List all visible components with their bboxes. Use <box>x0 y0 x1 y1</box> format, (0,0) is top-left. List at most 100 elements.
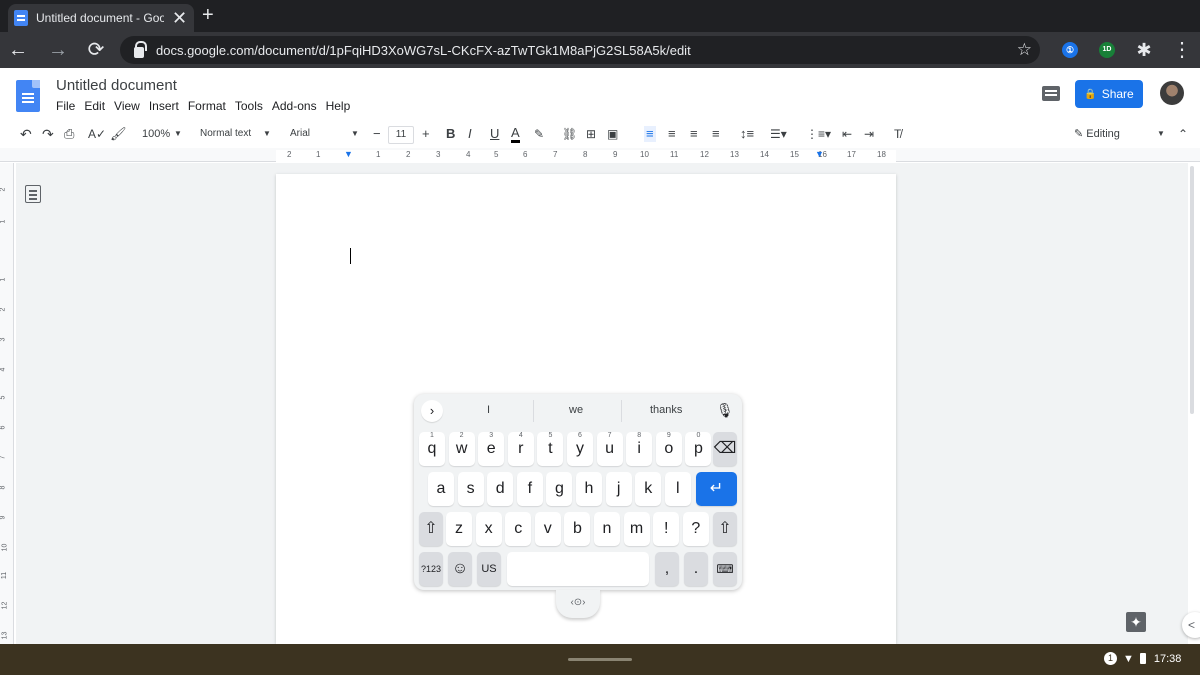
document-title[interactable]: Untitled document <box>56 77 177 94</box>
key-s[interactable]: s <box>457 472 484 506</box>
extension-1password-icon[interactable]: ① <box>1062 42 1078 58</box>
home-gesture-bar[interactable] <box>568 658 632 661</box>
redo-icon[interactable]: ↷ <box>42 126 54 142</box>
menu-addons[interactable]: Add-ons <box>272 99 317 113</box>
insert-image-icon[interactable]: ▣ <box>607 126 618 142</box>
key-d[interactable]: d <box>487 472 514 506</box>
link-icon[interactable]: ⛓ <box>562 126 577 142</box>
shift-left-key[interactable]: ⇧ <box>419 512 443 546</box>
key-e[interactable]: 3e <box>478 432 505 466</box>
spellcheck-icon[interactable]: A✓ <box>88 126 106 142</box>
menu-help[interactable]: Help <box>326 99 351 113</box>
increase-indent-icon[interactable]: ⇥ <box>864 126 874 142</box>
address-bar[interactable]: docs.google.com/document/d/1pFqiHD3XoWG7… <box>120 36 1040 64</box>
suggestion-2[interactable]: we <box>569 404 583 416</box>
menu-tools[interactable]: Tools <box>235 99 263 113</box>
zoom-select[interactable]: 100% <box>142 126 170 142</box>
bookmark-star-icon[interactable]: ☆ <box>1017 40 1032 60</box>
key-f[interactable]: f <box>516 472 543 506</box>
avatar[interactable] <box>1160 81 1184 105</box>
symbols-key[interactable]: ?123 <box>419 552 443 586</box>
paint-format-icon[interactable]: 🖌 <box>110 126 127 142</box>
key-r[interactable]: 4r <box>507 432 534 466</box>
system-tray[interactable]: 1 ▼ 17:38 <box>1104 652 1181 665</box>
comma-key[interactable]: , <box>655 552 679 586</box>
keyboard-drag-handle-icon[interactable]: ‹⊙› <box>556 590 600 618</box>
bullet-list-icon[interactable]: ⋮≡▾ <box>806 126 831 142</box>
tab-close-icon[interactable]: ✕ <box>172 9 187 27</box>
language-key[interactable]: US <box>477 552 501 586</box>
expand-suggestions-icon[interactable]: › <box>421 400 443 422</box>
key-![interactable]: ! <box>653 512 680 546</box>
italic-button[interactable]: I <box>468 126 472 142</box>
increase-font-size-button[interactable]: + <box>422 126 430 142</box>
right-indent-marker-icon[interactable]: ▼ <box>815 149 824 159</box>
decrease-indent-icon[interactable]: ⇤ <box>842 126 852 142</box>
key-v[interactable]: v <box>534 512 561 546</box>
key-l[interactable]: l <box>664 472 691 506</box>
share-button[interactable]: 🔒 Share <box>1075 80 1143 108</box>
reload-icon[interactable]: ⟳ <box>84 38 108 62</box>
key-z[interactable]: z <box>446 512 472 546</box>
align-center-icon[interactable]: ≡ <box>668 126 676 142</box>
menu-format[interactable]: Format <box>188 99 226 113</box>
document-outline-icon[interactable] <box>25 185 41 203</box>
undo-icon[interactable]: ↶ <box>20 126 32 142</box>
microphone-icon[interactable]: 🎙 <box>716 402 734 419</box>
underline-button[interactable]: U <box>490 126 499 142</box>
explore-icon[interactable]: ✦ <box>1126 612 1146 632</box>
align-right-icon[interactable]: ≡ <box>690 126 698 142</box>
style-select[interactable]: Normal text <box>200 126 251 142</box>
key-k[interactable]: k <box>635 472 662 506</box>
shift-right-key[interactable]: ⇧ <box>713 512 737 546</box>
extensions-puzzle-icon[interactable]: ✱ <box>1132 38 1156 62</box>
key-j[interactable]: j <box>605 472 632 506</box>
clear-formatting-icon[interactable]: T̸ <box>894 126 901 142</box>
text-color-button[interactable]: A <box>511 126 520 143</box>
menu-file[interactable]: File <box>56 99 75 113</box>
key-w[interactable]: 2w <box>448 432 475 466</box>
suggestion-3[interactable]: thanks <box>650 404 682 416</box>
hide-keyboard-key[interactable]: ⌨ <box>713 552 737 586</box>
key-c[interactable]: c <box>505 512 532 546</box>
editing-mode-button[interactable]: ✎ Editing <box>1074 126 1120 142</box>
scrollbar[interactable] <box>1190 166 1194 414</box>
align-left-icon[interactable]: ≡ <box>644 126 656 142</box>
docs-logo-icon[interactable] <box>16 80 40 112</box>
backspace-key[interactable]: ⌫ <box>713 432 737 466</box>
menu-insert[interactable]: Insert <box>149 99 179 113</box>
key-o[interactable]: 9o <box>655 432 682 466</box>
key-x[interactable]: x <box>475 512 502 546</box>
forward-icon[interactable]: → <box>46 38 70 62</box>
key-t[interactable]: 5t <box>537 432 564 466</box>
align-justify-icon[interactable]: ≡ <box>712 126 720 142</box>
font-size-input[interactable]: 11 <box>388 126 414 144</box>
emoji-key[interactable]: ☺ <box>448 552 472 586</box>
line-spacing-icon[interactable]: ↕≡ <box>740 126 754 142</box>
highlight-icon[interactable]: ✎ <box>534 126 544 142</box>
back-icon[interactable]: ← <box>6 38 30 62</box>
comment-history-icon[interactable] <box>1042 86 1060 101</box>
font-select[interactable]: Arial <box>290 126 310 142</box>
print-icon[interactable]: ⎙ <box>64 126 74 142</box>
key-m[interactable]: m <box>623 512 650 546</box>
key-q[interactable]: 1q <box>419 432 445 466</box>
key-p[interactable]: 0p <box>685 432 712 466</box>
suggestion-1[interactable]: I <box>487 404 490 416</box>
decrease-font-size-button[interactable]: − <box>373 126 381 142</box>
extension-badge-icon[interactable]: 1D <box>1099 42 1115 58</box>
key-i[interactable]: 8i <box>626 432 653 466</box>
chrome-menu-icon[interactable]: ⋮ <box>1170 38 1194 62</box>
collapse-toolbar-icon[interactable]: ⌃ <box>1178 126 1188 142</box>
space-key[interactable] <box>507 552 649 586</box>
key-a[interactable]: a <box>428 472 454 506</box>
key-?[interactable]: ? <box>682 512 709 546</box>
key-n[interactable]: n <box>594 512 620 546</box>
bold-button[interactable]: B <box>446 126 455 142</box>
left-indent-marker-icon[interactable]: ▼ <box>344 149 353 159</box>
new-tab-button[interactable]: + <box>202 4 214 26</box>
menu-view[interactable]: View <box>114 99 140 113</box>
key-b[interactable]: b <box>564 512 591 546</box>
key-u[interactable]: 7u <box>596 432 623 466</box>
key-g[interactable]: g <box>546 472 573 506</box>
